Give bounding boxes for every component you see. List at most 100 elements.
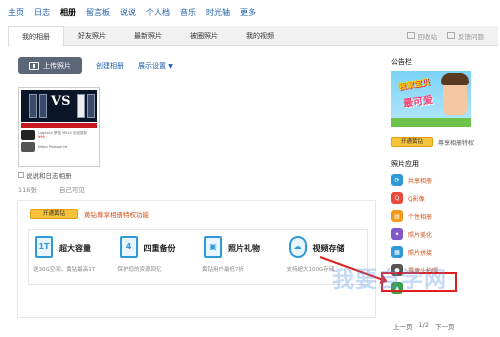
- app-photo-stitch[interactable]: ▦ 照片拼接: [391, 245, 489, 259]
- tab-friend-photos[interactable]: 好友照片: [64, 26, 120, 45]
- recycle-bin-label: 回收站: [417, 32, 438, 41]
- nav-album[interactable]: 相册: [60, 7, 76, 18]
- picture-icon: ▣: [204, 236, 222, 258]
- display-settings-label: 展示设置: [138, 61, 166, 70]
- vip-panel-header: 开通黄钻 黄钻尊享相册特权功能: [30, 209, 149, 219]
- feature-name: 照片礼物: [228, 244, 260, 253]
- q-image-icon: Q: [391, 192, 403, 204]
- upload-label: 上传照片: [43, 61, 71, 70]
- ad-subtitle: Nikon Photoprint: [38, 145, 68, 149]
- display-settings-link[interactable]: 展示设置 ▼: [138, 61, 173, 71]
- nav-more[interactable]: 更多: [240, 7, 256, 18]
- album-cover-banner: VS: [21, 90, 97, 122]
- album-cover-ad-text: Logitech 罗技 M545 无线鼠标 ¥99: [38, 131, 87, 139]
- album-permission: 自己可见: [58, 186, 85, 194]
- app-photo-beautify[interactable]: ✦ 照片美化: [391, 227, 489, 241]
- ad-banner-line1: 我家宝贝: [397, 77, 431, 92]
- feature-name: 视频存储: [312, 244, 345, 253]
- backup-4-icon: 4: [119, 236, 138, 258]
- feature-desc: 黄钻用户最低7折: [202, 267, 244, 273]
- app-label: 照片美化: [408, 231, 433, 239]
- phone-image: [39, 94, 47, 118]
- cloud-video-icon: ☁: [288, 236, 307, 258]
- app-label: 照片拼接: [408, 249, 433, 257]
- recycle-bin-link[interactable]: 回收站: [406, 31, 438, 41]
- feature-name: 四重备份: [143, 244, 176, 253]
- album-meta: 说说和日志相册 116张 自己可见: [18, 170, 85, 194]
- nav-music[interactable]: 音乐: [180, 7, 196, 18]
- feature-photo-gift[interactable]: ▣ 照片礼物 黄钻用户最低7折: [198, 230, 283, 284]
- nav-timeline[interactable]: 时光轴: [206, 7, 230, 18]
- ad-banner-line2: 最可爱: [402, 94, 434, 111]
- feature-backup[interactable]: 4 四重备份 保护您的资源回忆: [114, 230, 199, 284]
- app-q-image[interactable]: Q Q影像: [391, 191, 489, 205]
- grass-decoration: [391, 118, 471, 127]
- next-page-link[interactable]: 下一页: [435, 321, 455, 331]
- nav-shuoshuo[interactable]: 说说: [120, 7, 136, 18]
- album-name[interactable]: 说说和日志相册: [26, 170, 72, 180]
- capacity-1t-icon: 1T: [35, 236, 53, 258]
- ad-title: Logitech 罗技 M545 无线鼠标: [38, 131, 87, 135]
- tab-bar-actions: 回收站 反馈问题: [406, 26, 499, 45]
- album-cover-redbar: [21, 123, 97, 128]
- personal-album-icon: ▤: [391, 210, 403, 222]
- feature-desc: 支持超大100G存储: [286, 267, 335, 273]
- notice-title: 公告栏: [391, 58, 412, 66]
- album-cover-ad-row: Logitech 罗技 M545 无线鼠标 ¥99: [21, 130, 97, 140]
- feature-capacity[interactable]: 1T 超大容量 送30G空间，黄钻最高1T: [29, 230, 114, 284]
- album-info-row: 116张 自己可见: [18, 184, 85, 194]
- phone-image: [29, 94, 37, 118]
- photo-stitch-icon: ▦: [391, 246, 403, 258]
- vip-feature-grid: 1T 超大容量 送30G空间，黄钻最高1T 4 四重备份 保护您的资源回忆 ▣ …: [28, 229, 368, 285]
- upload-photos-button[interactable]: 上传照片: [18, 57, 82, 74]
- album-cover-ad-row: Nikon Photoprint: [21, 142, 97, 152]
- feature-desc: 送30G空间，黄钻最高1T: [33, 267, 96, 273]
- nav-home[interactable]: 主页: [8, 7, 24, 18]
- watermark: 我要自学网: [332, 268, 448, 293]
- create-album-link[interactable]: 创建相册: [96, 61, 124, 71]
- feature-desc: 保护您的资源回忆: [117, 267, 162, 273]
- app-label: 个性相册: [408, 213, 433, 221]
- mouse-thumbnail: [21, 130, 35, 140]
- album-cover[interactable]: VS Logitech 罗技 M545 无线鼠标 ¥99 Nikon Photo…: [18, 87, 100, 167]
- album-toolbar: 上传照片 创建相册 展示设置 ▼: [18, 57, 173, 74]
- nav-blog[interactable]: 日志: [34, 7, 50, 18]
- feedback-icon: [447, 32, 455, 39]
- upload-icon: [29, 61, 39, 70]
- album-photo-count: 116张: [18, 186, 37, 194]
- notice-ad-banner[interactable]: 我家宝贝 最可爱: [391, 71, 471, 127]
- tab-my-albums[interactable]: 我的相册: [8, 26, 64, 47]
- chevron-down-icon: ▼: [168, 62, 173, 70]
- app-label: 共享相册: [408, 177, 433, 185]
- tab-my-videos[interactable]: 我的视频: [232, 26, 288, 45]
- sidebar-vip-desc[interactable]: 尊享相册特权: [438, 138, 474, 147]
- child-photo-image: [441, 73, 469, 115]
- album-name-row: 说说和日志相册: [18, 170, 85, 180]
- photo-apps-title: 照片应用: [391, 160, 419, 168]
- app-shared-album[interactable]: ⟳ 共享相册: [391, 173, 489, 187]
- prev-page-link[interactable]: 上一页: [393, 321, 413, 331]
- nav-guestbook[interactable]: 留言板: [86, 7, 110, 18]
- feedback-link[interactable]: 反馈问题: [447, 31, 484, 41]
- app-personal-album[interactable]: ▤ 个性相册: [391, 209, 489, 223]
- app-label: Q影像: [408, 195, 425, 203]
- phone-image: [87, 94, 95, 118]
- sidebar-vip-row: 开通黄钻 尊享相册特权: [391, 137, 489, 147]
- top-navigation: 主页 日志 相册 留言板 说说 个人档 音乐 时光轴 更多: [0, 0, 500, 24]
- camera-thumbnail: [21, 142, 35, 152]
- photo-beautify-icon: ✦: [391, 228, 403, 240]
- vip-panel-title: 黄钻尊享相册特权功能: [84, 211, 149, 219]
- tab-latest-photos[interactable]: 最新照片: [120, 26, 176, 45]
- open-vip-button[interactable]: 开通黄钻: [30, 209, 78, 219]
- sidebar-open-vip-button[interactable]: 开通黄钻: [391, 137, 433, 147]
- album-tab-bar: 我的相册 好友照片 最新照片 被圈照片 我的视频 回收站 反馈问题: [8, 26, 499, 47]
- phone-image: [77, 94, 85, 118]
- nav-profile[interactable]: 个人档: [146, 7, 170, 18]
- vs-text-image: VS: [51, 94, 71, 109]
- right-sidebar: 公告栏 我家宝贝 最可爱 开通黄钻 尊享相册特权 照片应用 ⟳ 共享相册 Q Q…: [391, 57, 489, 295]
- feedback-label: 反馈问题: [458, 32, 484, 41]
- album-select-checkbox[interactable]: [18, 172, 24, 178]
- tab-tagged-photos[interactable]: 被圈照片: [176, 26, 232, 45]
- shared-album-icon: ⟳: [391, 174, 403, 186]
- recycle-bin-icon: [406, 32, 415, 39]
